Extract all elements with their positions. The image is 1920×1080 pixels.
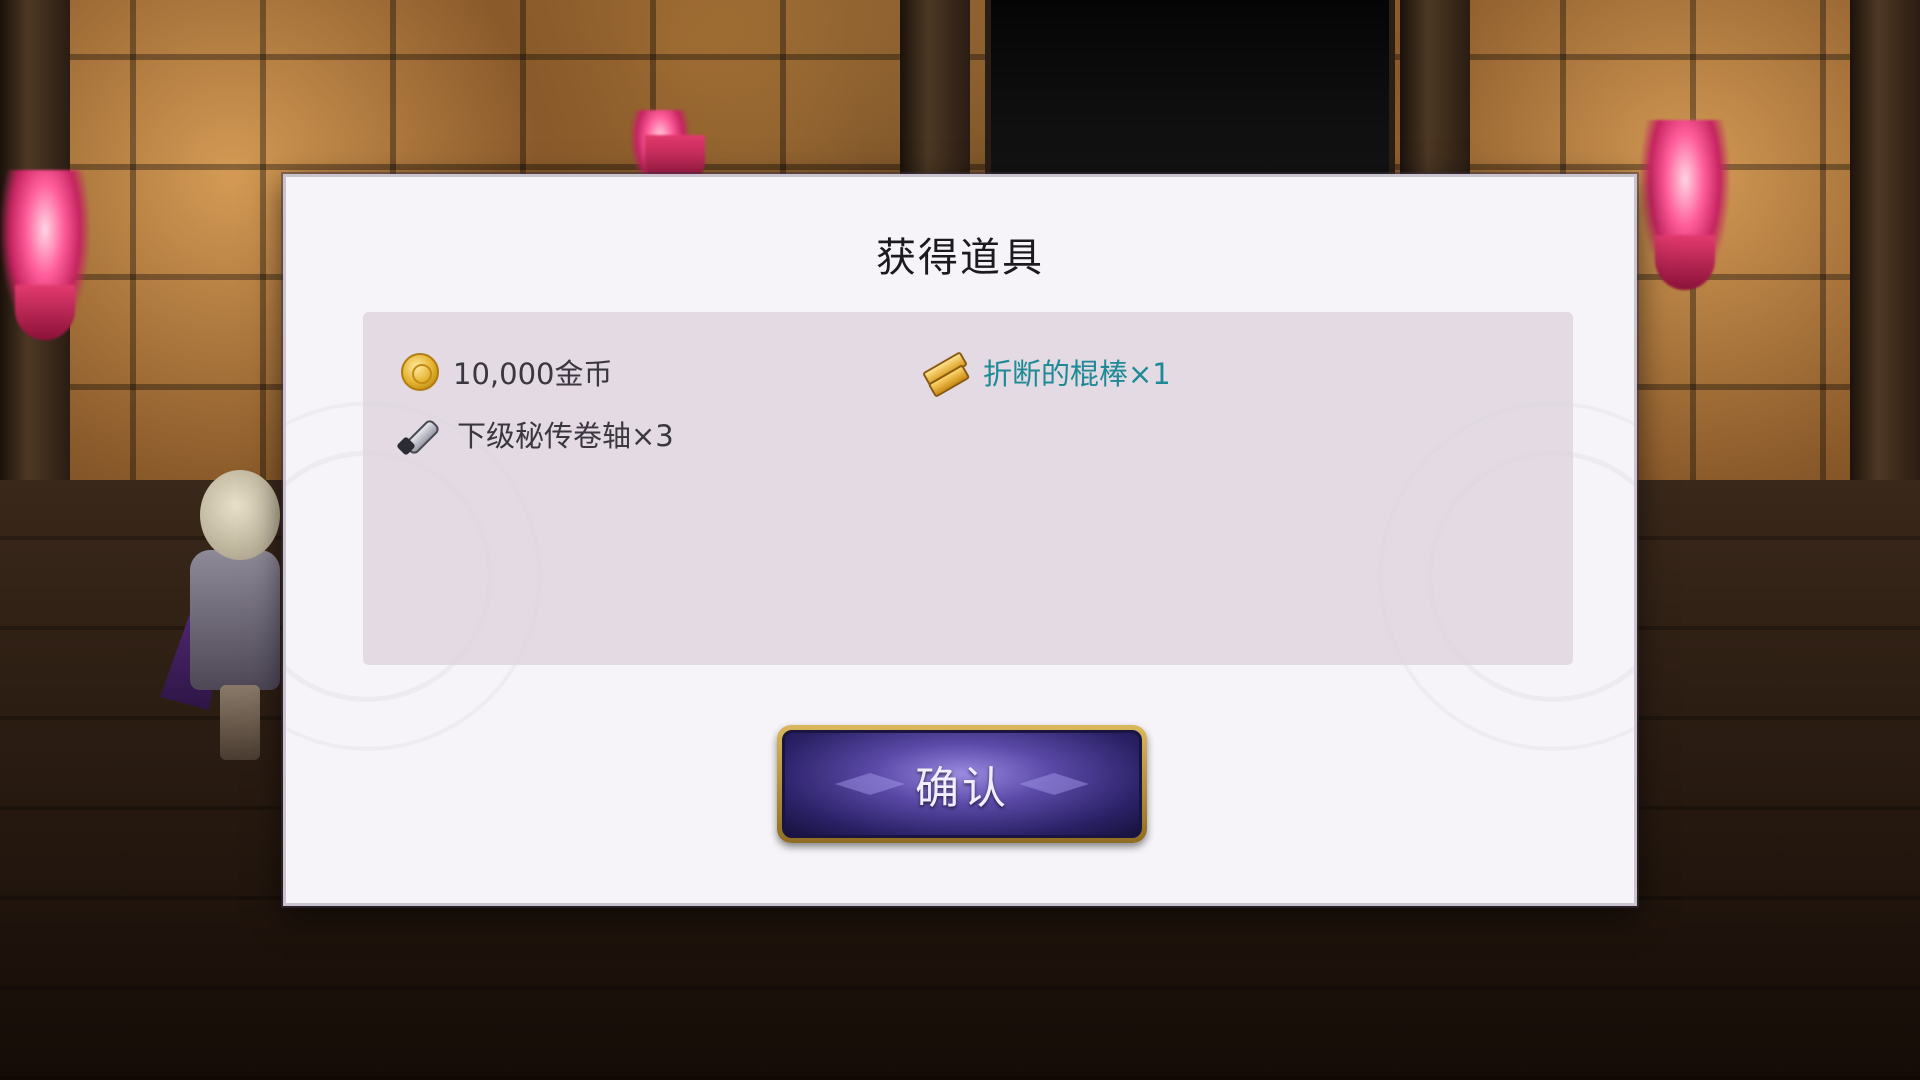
dialog-title: 获得道具 — [876, 235, 1044, 281]
character-head — [200, 470, 280, 560]
player-character — [160, 470, 290, 760]
confirm-button-face[interactable]: 确认 — [782, 730, 1142, 838]
dungeon-gate — [985, 0, 1395, 180]
reward-item-scroll: 下级秘传卷轴×3 — [397, 409, 674, 459]
reward-item-broken-stick: 折断的棍棒×1 — [919, 347, 1171, 397]
torch-right-icon — [1640, 120, 1730, 290]
reward-label: 10,000金币 — [453, 357, 613, 391]
reward-label: 下级秘传卷轴×3 — [457, 419, 674, 453]
confirm-button[interactable]: 确认 — [777, 725, 1147, 843]
reward-item-gold: 10,000金币 — [401, 347, 612, 397]
character-legs — [220, 685, 260, 760]
torch-left-icon — [0, 170, 90, 340]
gold-coin-icon — [401, 353, 439, 391]
rewards-panel: 10,000金币 折断的棍棒×1 下级秘传卷轴×3 — [363, 312, 1573, 665]
confirm-button-label: 确认 — [915, 763, 1009, 814]
character-body — [190, 550, 280, 690]
broken-stick-icon — [919, 347, 969, 397]
reward-label: 折断的棍棒×1 — [983, 357, 1171, 391]
item-obtained-dialog: 获得道具 10,000金币 折断的棍棒×1 下级秘传卷轴×3 确认 — [283, 174, 1637, 906]
scroll-icon — [397, 411, 443, 457]
